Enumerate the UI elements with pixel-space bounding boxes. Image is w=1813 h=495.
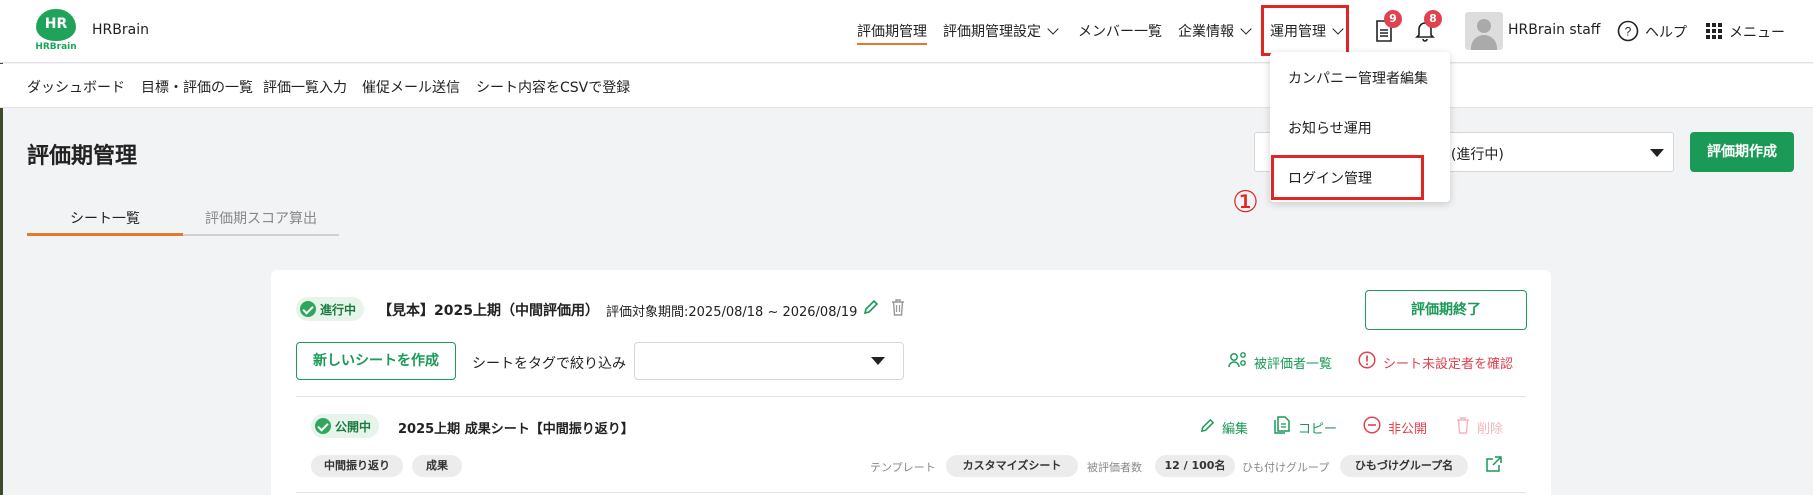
status-label: 進行中 xyxy=(320,302,357,317)
template-value: カスタマイズシート xyxy=(946,455,1078,477)
new-sheet-button[interactable]: 新しいシートを作成 xyxy=(296,342,456,380)
sheet-tag: 成果 xyxy=(412,455,462,477)
divider xyxy=(296,396,1526,397)
nav-label: 評価期管理 xyxy=(857,24,927,40)
tab-score-calc[interactable]: 評価期スコア算出 xyxy=(183,208,339,228)
nav-evaluation-settings[interactable]: 評価期管理設定 xyxy=(943,21,1059,41)
period-title: 【見本】2025上期（中間評価用） xyxy=(378,303,599,319)
caret-down-icon xyxy=(1650,149,1664,157)
tab-sheet-list[interactable]: シート一覧 xyxy=(27,208,183,228)
end-period-button[interactable]: 評価期終了 xyxy=(1365,290,1527,330)
evaluatee-list-link[interactable]: 被評価者一覧 xyxy=(1254,353,1332,372)
unpublish-button[interactable]: 非公開 xyxy=(1388,418,1427,437)
avatar[interactable] xyxy=(1465,12,1503,50)
sheet-tag: 中間振り返り xyxy=(311,455,403,477)
avatar-body xyxy=(1471,35,1497,50)
subnav-reminder-mail[interactable]: 催促メール送信 xyxy=(362,77,460,97)
sheet-status-badge: 公開中 xyxy=(311,414,380,438)
evaluatee-count-label: 被評価者数 xyxy=(1087,461,1142,474)
pencil-icon xyxy=(1200,418,1215,433)
period-range: 評価対象期間:2025/08/18 ~ 2026/08/19 xyxy=(606,305,858,320)
user-name[interactable]: HRBrain staff xyxy=(1508,22,1600,38)
trash-icon xyxy=(1456,417,1470,434)
nav-label: メンバー一覧 xyxy=(1078,24,1162,40)
logo-mark: HR xyxy=(36,9,76,41)
help-icon[interactable]: ? xyxy=(1617,20,1639,42)
create-period-button[interactable]: 評価期作成 xyxy=(1690,132,1794,172)
unset-check-link[interactable]: シート未設定者を確認 xyxy=(1383,353,1513,372)
tab-active-indicator xyxy=(27,233,183,236)
tab-inactive-indicator xyxy=(183,234,339,236)
avatar-head xyxy=(1477,19,1491,33)
menu-item-company-admin-edit[interactable]: カンパニー管理者編集 xyxy=(1288,68,1428,88)
brand-name: HRBrain xyxy=(92,22,149,38)
alert-icon xyxy=(1358,351,1376,369)
highlight-box-login-management xyxy=(1271,155,1424,200)
menu-link[interactable]: メニュー xyxy=(1729,22,1785,42)
sheet-title: 2025上期 成果シート【中間振り返り】 xyxy=(398,422,634,437)
nav-evaluation-period[interactable]: 評価期管理 xyxy=(857,21,927,45)
group-label: ひも付けグループ xyxy=(1242,461,1330,474)
check-circle-icon xyxy=(300,301,316,317)
period-status-badge: 進行中 xyxy=(296,297,365,321)
svg-text:?: ? xyxy=(1625,25,1632,39)
nav-member-list[interactable]: メンバー一覧 xyxy=(1078,21,1162,41)
copy-icon xyxy=(1274,416,1290,434)
group-value: ひもづけグループ名 xyxy=(1340,455,1468,477)
grid-menu-icon[interactable] xyxy=(1706,23,1722,39)
caret-down-icon xyxy=(871,357,885,365)
nav-company-info[interactable]: 企業情報 xyxy=(1178,21,1252,41)
chevron-down-icon xyxy=(1047,23,1059,35)
top-navbar: HR HRBrain HRBrain 評価期管理 評価期管理設定 メンバー一覧 … xyxy=(0,0,1813,63)
status-label: 公開中 xyxy=(335,419,372,434)
subnav-dashboard[interactable]: ダッシュボード xyxy=(27,77,125,97)
trash-icon[interactable] xyxy=(891,299,905,316)
hrbrain-logo[interactable]: HR HRBrain xyxy=(34,8,78,52)
logo-subtext: HRBrain xyxy=(35,42,77,52)
external-link-icon[interactable] xyxy=(1486,456,1502,472)
document-count-badge: 9 xyxy=(1384,10,1402,28)
page-title: 評価期管理 xyxy=(27,144,138,169)
notification-count-badge: 8 xyxy=(1424,10,1442,28)
chevron-down-icon xyxy=(1240,23,1252,35)
pencil-icon[interactable] xyxy=(863,299,879,315)
minus-circle-icon xyxy=(1363,416,1381,434)
subnav-goal-eval-list[interactable]: 目標・評価の一覧 xyxy=(141,77,253,97)
tag-filter-label: シートをタグで絞り込み xyxy=(472,356,626,372)
divider xyxy=(296,492,1526,493)
subnav-eval-list-input[interactable]: 評価一覧入力 xyxy=(263,77,347,97)
menu-item-notice-operation[interactable]: お知らせ運用 xyxy=(1288,118,1372,138)
check-circle-icon xyxy=(315,418,331,434)
template-label: テンプレート xyxy=(870,461,936,474)
help-link[interactable]: ヘルプ xyxy=(1645,22,1687,42)
subnav-csv-import[interactable]: シート内容をCSVで登録 xyxy=(476,77,630,97)
delete-button-disabled: 削除 xyxy=(1477,422,1504,437)
people-icon xyxy=(1228,351,1248,369)
sub-navbar: ダッシュボード 目標・評価の一覧 評価一覧入力 催促メール送信 シート内容をCS… xyxy=(0,64,1813,108)
step-number-annotation: ① xyxy=(1232,185,1259,220)
nav-label: 評価期管理設定 xyxy=(943,24,1041,40)
copy-sheet-button[interactable]: コピー xyxy=(1298,418,1337,437)
tag-filter-select[interactable] xyxy=(634,342,904,380)
edit-sheet-button[interactable]: 編集 xyxy=(1222,418,1248,437)
highlight-box-operations xyxy=(1261,5,1349,56)
evaluatee-count-value: 12 / 100名 xyxy=(1155,455,1235,477)
nav-label: 企業情報 xyxy=(1178,24,1234,40)
